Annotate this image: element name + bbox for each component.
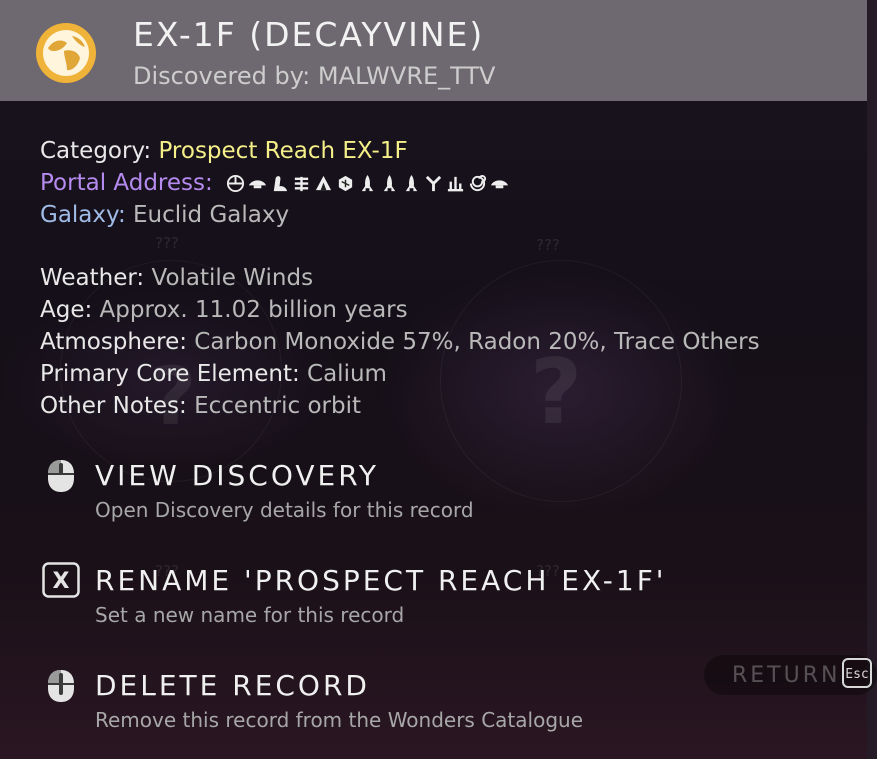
return-button[interactable]: RETURN Esc [704, 655, 877, 695]
esc-key-icon: Esc [842, 658, 872, 688]
portal-glyph-hexagon-icon [338, 175, 353, 192]
return-label: RETURN [732, 663, 841, 688]
background-unknown-tag: ??? [536, 236, 560, 254]
portal-glyph-bird-icon [249, 180, 267, 189]
other-notes-row: Other Notes: Eccentric orbit [40, 395, 361, 418]
core-element-row: Primary Core Element: Calium [40, 363, 387, 386]
delete-record-description: Remove this record from the Wonders Cata… [95, 708, 583, 732]
mouse-hold-icon[interactable] [42, 668, 80, 704]
weather-value: Volatile Winds [151, 265, 314, 291]
weather-row: Weather: Volatile Winds [40, 267, 313, 290]
portal-glyph-rocket-icon [361, 174, 374, 192]
view-discovery-description: Open Discovery details for this record [95, 498, 474, 522]
category-value: Prospect Reach EX-1F [158, 138, 408, 164]
other-notes-label: Other Notes: [40, 393, 187, 419]
galaxy-row: Galaxy: Euclid Galaxy [40, 204, 289, 227]
delete-record-button[interactable]: DELETE RECORD [95, 672, 370, 700]
record-title: EX-1F (DECAYVINE) [133, 15, 485, 54]
portal-glyph-diplo-icon [273, 176, 288, 192]
rename-button[interactable]: RENAME 'PROSPECT REACH EX-1F' [95, 567, 667, 595]
portal-address-row: Portal Address: [40, 172, 509, 195]
background-unknown-tag: ??? [155, 234, 179, 252]
portal-glyph-sunset-icon [227, 174, 245, 193]
record-header: EX-1F (DECAYVINE) Discovered by: MALWVRE… [0, 0, 867, 101]
age-row: Age: Approx. 11.02 billion years [40, 299, 408, 322]
portal-glyph-bug-icon [294, 176, 309, 192]
category-row: Category: Prospect Reach EX-1F [40, 140, 408, 163]
atmosphere-value: Carbon Monoxide 57%, Radon 20%, Trace Ot… [194, 329, 760, 355]
core-element-label: Primary Core Element: [40, 361, 300, 387]
portal-glyph-rocket-icon [405, 174, 418, 192]
age-value: Approx. 11.02 billion years [99, 297, 408, 323]
atmosphere-label: Atmosphere: [40, 329, 187, 355]
portal-glyph-bird-icon [491, 180, 509, 189]
background-question-mark: ? [530, 340, 583, 445]
x-key-icon[interactable]: X [42, 562, 80, 598]
discovered-by: Discovered by: MALWVRE_TTV [133, 62, 496, 90]
side-strip [867, 0, 877, 759]
portal-glyph-tent-icon [315, 175, 332, 191]
other-notes-value: Eccentric orbit [194, 393, 362, 419]
x-key-label: X [53, 569, 70, 594]
age-label: Age: [40, 297, 93, 323]
portal-glyph-spiral-icon [469, 174, 487, 192]
portal-address-label: Portal Address: [40, 170, 213, 196]
galaxy-label: Galaxy: [40, 202, 126, 228]
atmosphere-row: Atmosphere: Carbon Monoxide 57%, Radon 2… [40, 331, 760, 354]
rename-description: Set a new name for this record [95, 603, 405, 627]
portal-glyph-rocket-icon [383, 174, 396, 192]
portal-glyph-tree-icon [425, 175, 442, 192]
planet-icon [36, 23, 96, 83]
portal-glyph-atlas-icon [447, 176, 464, 192]
view-discovery-button[interactable]: VIEW DISCOVERY [95, 462, 379, 490]
mouse-left-icon[interactable] [42, 458, 80, 494]
portal-glyphs [226, 174, 509, 193]
weather-label: Weather: [40, 265, 145, 291]
category-label: Category: [40, 138, 152, 164]
galaxy-value: Euclid Galaxy [133, 202, 290, 228]
core-element-value: Calium [307, 361, 387, 387]
